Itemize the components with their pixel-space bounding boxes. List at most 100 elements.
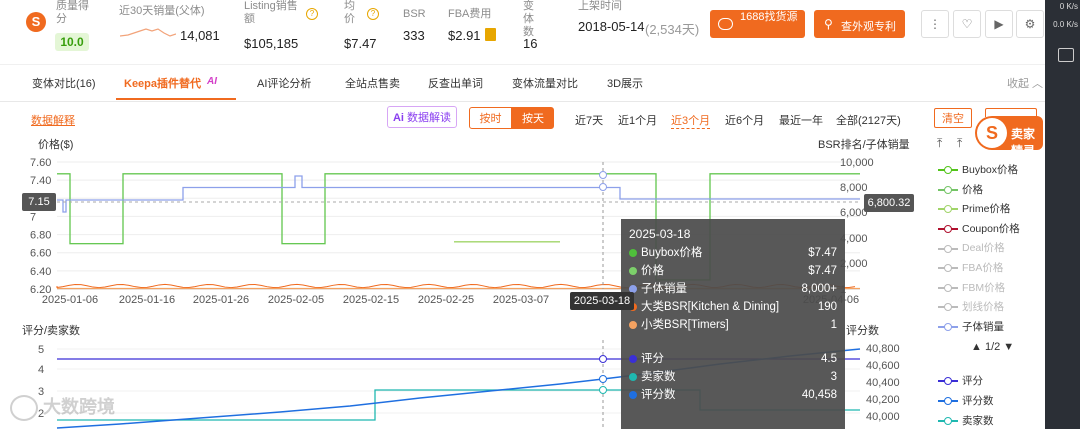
cursor-point [599,183,607,191]
active-tab-indicator [116,98,236,100]
bsr-value: 333 [403,28,425,43]
legend-item[interactable]: Buybox价格 [938,163,1018,177]
ai-read-button[interactable]: Ai 数据解读 [387,106,457,128]
by-day-button[interactable]: 按天 [512,107,554,129]
legend-item[interactable]: 划线价格 [938,300,1004,314]
variants-value: 16 [523,36,538,51]
watermark: 大数跨境 [10,393,115,422]
tab-ai-review[interactable]: AI评论分析 [257,75,311,91]
y2-tick-label: 40,000 [866,411,900,423]
y-tick-label: 4 [38,364,44,376]
gear-icon[interactable]: ⚙ [1016,10,1044,38]
tab-bar: 变体对比(16) Keepa插件替代 AI AI评论分析 全站点售卖 反查出单词… [0,64,1045,102]
legend-item[interactable]: 价格 [938,183,983,197]
tab-reverse-keywords[interactable]: 反查出单词 [428,75,483,91]
launch-days: (2,534天) [645,22,700,37]
tooltip-row: 评分数 40,458 [629,387,837,403]
legend-item[interactable]: 子体销量 [938,320,1004,334]
tab-variant-compare[interactable]: 变体对比(16) [32,75,96,91]
range-3m[interactable]: 近3个月 [671,112,711,129]
range-all[interactable]: 全部(2127天) [836,112,901,128]
y-axis-title: 评分/卖家数 [22,323,80,337]
tooltip-row: 子体销量 8,000+ [629,281,837,297]
reset-icon[interactable]: ⤒ [957,136,962,151]
launch-label: 上架时间 [578,0,622,12]
series-dot-icon [629,372,637,381]
legend-item[interactable]: Deal价格 [938,241,1005,255]
quality-score-badge: 10.0 [55,33,89,51]
seller-sprite-badge[interactable]: S 卖家精灵 [975,116,1043,158]
collapse-button[interactable]: 收起 ︿ [1007,75,1043,91]
legend-item[interactable]: Prime价格 [938,202,1010,216]
help-icon[interactable]: ? [306,8,318,20]
y2-tick-label: 40,400 [866,377,900,389]
tooltip-row: 评分 4.5 [629,351,837,367]
y2-cursor-label: 6,800.32 [864,194,914,212]
avg-price-label: 均价 [344,0,355,25]
x-tick-label: 2025-03-07 [493,294,549,306]
range-6m[interactable]: 近6个月 [725,112,764,128]
legend-line-icon [938,244,958,253]
y2-tick-label: 40,800 [866,343,900,355]
range-7d[interactable]: 近7天 [575,112,603,128]
tooltip-row: 价格 $7.47 [629,263,837,279]
x-tick-label: 2025-01-26 [193,294,249,306]
sales-sparkline [120,28,176,37]
y2-tick-label: 8,000 [840,182,868,194]
watermark-logo-icon [10,395,38,422]
source-1688-button[interactable]: 1688找货源 [710,10,805,38]
legend-line-icon [938,397,958,406]
tab-keepa[interactable]: Keepa插件替代 [124,75,201,91]
series-dot-icon [629,320,637,329]
cursor-point [599,355,607,363]
legend-item[interactable]: 评分 [938,374,983,388]
patent-button[interactable]: ⚲ 查外观专利 [814,10,905,38]
y-tick-label: 7.60 [30,157,51,169]
range-1m[interactable]: 近1个月 [618,112,657,128]
tab-variant-traffic[interactable]: 变体流量对比 [512,75,578,91]
expand-icon[interactable]: ⤒ [937,136,942,151]
camera-icon[interactable] [1058,48,1074,62]
sales-value: 14,081 [180,28,220,43]
legend-item[interactable]: 评分数 [938,394,994,408]
series-dot-icon [629,354,637,363]
y2-axis-title: BSR排名/子体销量 [818,137,910,151]
by-hour-button[interactable]: 按时 [469,107,512,129]
tab-3d[interactable]: 3D展示 [607,75,643,91]
data-explain-link[interactable]: 数据解释 [31,112,75,128]
video-icon[interactable]: ▶ [985,10,1013,38]
sales-label: 近30天销量(父体) [119,5,205,17]
range-1y[interactable]: 最近一年 [779,112,823,128]
y-tick-label: 6.60 [30,248,51,260]
avg-price-value: $7.47 [344,36,377,51]
legend-pager[interactable]: ▲ 1/2 ▼ [971,341,1014,353]
x-cursor-label: 2025-03-18 [570,292,634,310]
y2-tick-label: 10,000 [840,157,874,169]
legend-item[interactable]: FBM价格 [938,281,1005,295]
variants-label: 变体数 [523,0,534,38]
legend-item[interactable]: Coupon价格 [938,222,1020,236]
calculator-icon[interactable] [485,28,496,41]
legend-line-icon [938,185,958,194]
cursor-point [599,386,607,394]
x-tick-label: 2025-01-16 [119,294,175,306]
legend-item[interactable]: FBA价格 [938,261,1003,275]
legend-line-icon [938,283,958,292]
listing-value: $105,185 [244,36,299,51]
bsr-label: BSR [403,8,426,20]
launch-date: 2018-05-14 [578,19,645,34]
heart-icon[interactable]: ♡ [953,10,981,38]
metrics-bar: S 质量得分 10.0 近30天销量(父体) 14,081 Listing销售额… [0,0,1045,62]
link-icon [718,18,733,30]
legend-item[interactable]: 卖家数 [938,414,994,428]
y-tick-label: 7.40 [30,175,51,187]
tab-all-sites[interactable]: 全站点售卖 [345,75,400,91]
more-icon[interactable]: ⋮ [921,10,949,38]
legend-line-icon [938,323,958,332]
speed-down: 0.0 K/s [1053,20,1078,29]
legend-line-icon [938,417,958,426]
y2-axis-title: 评分数 [846,324,879,337]
clear-button[interactable]: 清空 [934,108,972,128]
help-icon[interactable]: ? [367,8,379,20]
tooltip-row: 小类BSR[Timers] 1 [629,317,837,333]
